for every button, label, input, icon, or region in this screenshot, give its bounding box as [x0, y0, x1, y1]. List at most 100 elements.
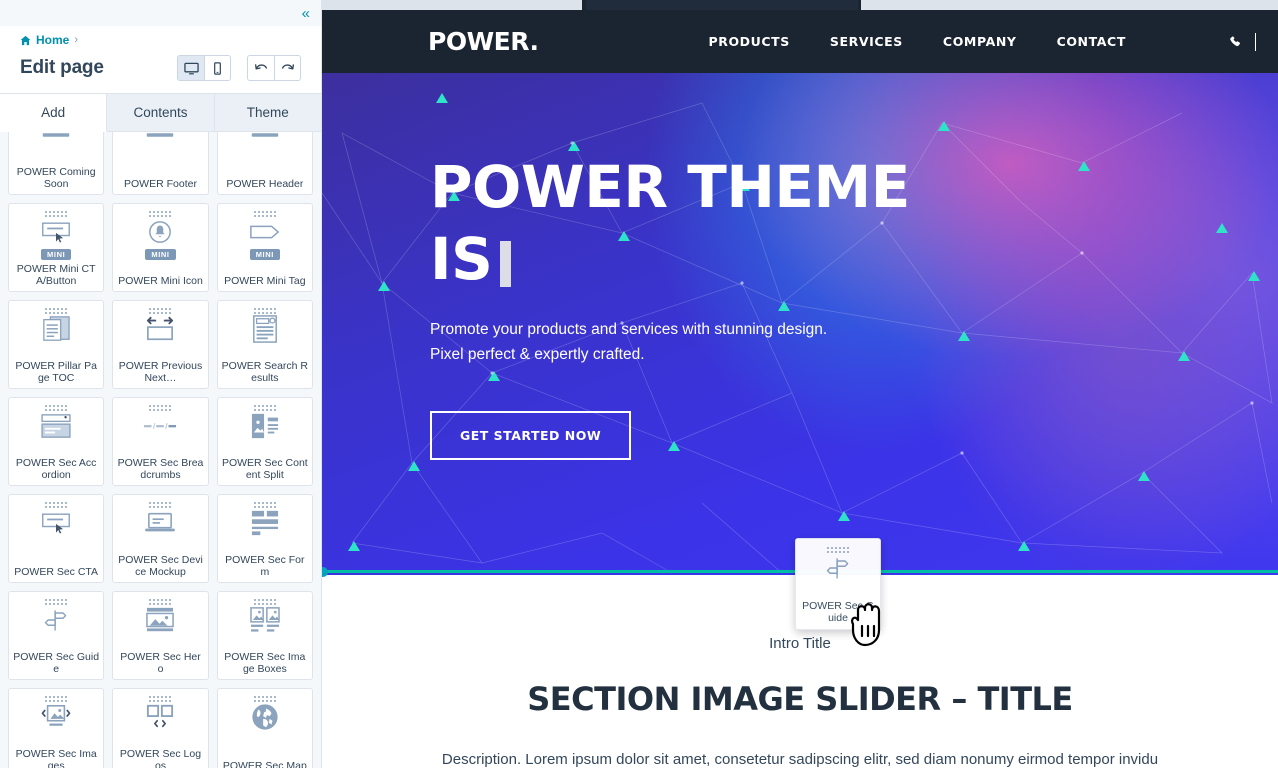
signpost-icon: [42, 605, 70, 635]
device-preview-toggle: [177, 55, 231, 81]
hero-section: POWER THEME IS Promote your products and…: [322, 73, 1278, 575]
sidebar-header: Home › Edit page: [0, 26, 321, 94]
breadcrumb: Home ›: [20, 33, 301, 47]
hero-cta-button[interactable]: GET STARTED NOW: [430, 411, 632, 460]
globe-icon: [251, 702, 279, 732]
module-card[interactable]: POWER Header: [216, 132, 313, 195]
hero-subtext-line1: Promote your products and services with …: [430, 321, 828, 338]
drag-grip-icon: [253, 405, 276, 407]
form-icon: [250, 508, 280, 538]
tab-theme[interactable]: Theme: [214, 94, 321, 132]
module-card-label: POWER Sec Hero: [120, 651, 201, 675]
module-card-label: POWER Sec Images: [15, 748, 97, 768]
tab-contents[interactable]: Contents: [107, 94, 215, 132]
tab-add[interactable]: Add: [0, 94, 108, 132]
drag-grip-icon: [149, 599, 172, 601]
mobile-preview-button[interactable]: [204, 56, 230, 80]
page-preview: POWER. PRODUCTS SERVICES COMPANY CONTACT: [322, 0, 1278, 768]
module-card[interactable]: POWER Sec Accordion: [8, 397, 105, 486]
nav-link-services[interactable]: SERVICES: [830, 34, 903, 49]
drag-grip-icon: [253, 308, 276, 310]
laptop-icon: [144, 508, 176, 538]
module-card[interactable]: POWER Sec Images: [8, 688, 105, 768]
signpost-icon: [824, 553, 852, 583]
module-card[interactable]: POWER Previous Next…: [112, 300, 209, 389]
module-card[interactable]: MINI POWER Mini Tag: [216, 203, 313, 292]
breadcrumb-home-link[interactable]: Home: [36, 33, 69, 47]
clipped-top-icon: [41, 132, 71, 150]
module-card-label: POWER Sec Form: [225, 554, 305, 578]
prev-next-arrows-icon: [144, 314, 176, 344]
clipped-top-icon: [145, 132, 175, 150]
hero-content: POWER THEME IS Promote your products and…: [322, 73, 1278, 460]
nav-link-contact[interactable]: CONTACT: [1057, 34, 1126, 49]
module-card[interactable]: POWER Sec Form: [216, 494, 313, 583]
redo-icon[interactable]: [274, 56, 300, 80]
module-card[interactable]: POWER Sec CTA: [8, 494, 105, 583]
image-carousel-icon: [40, 702, 72, 732]
undo-icon[interactable]: [248, 56, 274, 80]
doc-stack-icon: [41, 314, 71, 344]
module-list-scroll[interactable]: POWER Coming Soon POWER Footer POWER Heade…: [0, 132, 321, 768]
module-card-label: POWER Sec Accordion: [15, 457, 97, 481]
hero-heading-line1: POWER THEME: [430, 153, 910, 221]
module-card-label: POWER Sec CTA: [14, 566, 99, 578]
module-card-label: POWER Sec Image Boxes: [224, 651, 306, 675]
drag-grip-icon: [45, 502, 68, 504]
preview-top-strip: [322, 0, 1278, 10]
module-card-label: POWER Mini CTA/Button: [16, 263, 96, 287]
section-intro-title: Intro Title: [769, 635, 831, 652]
module-card[interactable]: POWER Pillar Page TOC: [8, 300, 105, 389]
module-card[interactable]: MINI POWER Mini Icon: [112, 203, 209, 292]
module-card[interactable]: POWER Sec Breadcrumbs: [112, 397, 209, 486]
top-strip-seg-1: [322, 0, 582, 10]
drag-grip-icon: [149, 211, 172, 213]
nav-link-company[interactable]: COMPANY: [943, 34, 1017, 49]
breadcrumbs-icon: [143, 411, 177, 441]
section-description: Description. Lorem ipsum dolor sit amet,…: [441, 751, 1159, 768]
clipped-top-icon: [250, 132, 280, 150]
nav-link-products[interactable]: PRODUCTS: [708, 34, 789, 49]
mini-badge: MINI: [249, 249, 280, 260]
sidebar-header-tools: [177, 55, 301, 81]
hero-subtext-line2: Pixel perfect & expertly crafted.: [430, 346, 645, 363]
accordion-icon: [40, 411, 72, 441]
module-card[interactable]: POWER Search Results: [216, 300, 313, 389]
module-card[interactable]: POWER Sec Logos: [112, 688, 209, 768]
search-doc-icon: [251, 314, 279, 344]
module-card[interactable]: POWER Sec Hero: [112, 591, 209, 680]
module-card[interactable]: MINI POWER Mini CTA/Button: [8, 203, 105, 292]
module-card[interactable]: POWER Footer: [112, 132, 209, 195]
mini-badge: MINI: [145, 249, 176, 260]
hero-subtext: Promote your products and services with …: [430, 317, 1278, 367]
hero-image-icon: [145, 605, 175, 635]
drag-grip-icon: [253, 211, 276, 213]
module-card-label: POWER Coming Soon: [16, 166, 96, 190]
phone-icon[interactable]: [1229, 35, 1243, 49]
collapse-sidebar-icon[interactable]: «: [302, 6, 310, 21]
module-card[interactable]: POWER Sec Device Mockup: [112, 494, 209, 583]
module-card-label: POWER Mini Icon: [118, 275, 203, 287]
grabbing-hand-cursor-icon: [846, 600, 892, 653]
module-card-label: POWER Previous Next…: [118, 360, 203, 384]
typing-caret: [500, 241, 512, 287]
module-card[interactable]: POWER Coming Soon: [8, 132, 105, 195]
bell-circle-icon: [148, 217, 172, 247]
page-title: Edit page: [20, 57, 104, 78]
sidebar-collapse-bar: «: [0, 0, 321, 26]
drag-grip-icon: [45, 599, 68, 601]
drag-grip-icon: [45, 696, 68, 698]
module-card-label: POWER Search Results: [221, 360, 308, 384]
content-split-icon: [250, 411, 280, 441]
module-grid: POWER Coming Soon POWER Footer POWER Heade…: [0, 132, 321, 768]
module-card[interactable]: POWER Sec Map: [216, 688, 313, 768]
drag-grip-icon: [253, 696, 276, 698]
hero-heading-line2-wrap: IS: [430, 223, 1278, 295]
module-card-label: POWER Header: [226, 178, 304, 190]
desktop-preview-button[interactable]: [178, 56, 204, 80]
page-editor-app: « Home › Edit page Add Contents Theme PO…: [0, 0, 1278, 768]
module-card[interactable]: POWER Sec Guide: [8, 591, 105, 680]
module-card[interactable]: POWER Sec Image Boxes: [216, 591, 313, 680]
site-logo[interactable]: POWER.: [428, 27, 539, 56]
module-card[interactable]: POWER Sec Content Split: [216, 397, 313, 486]
